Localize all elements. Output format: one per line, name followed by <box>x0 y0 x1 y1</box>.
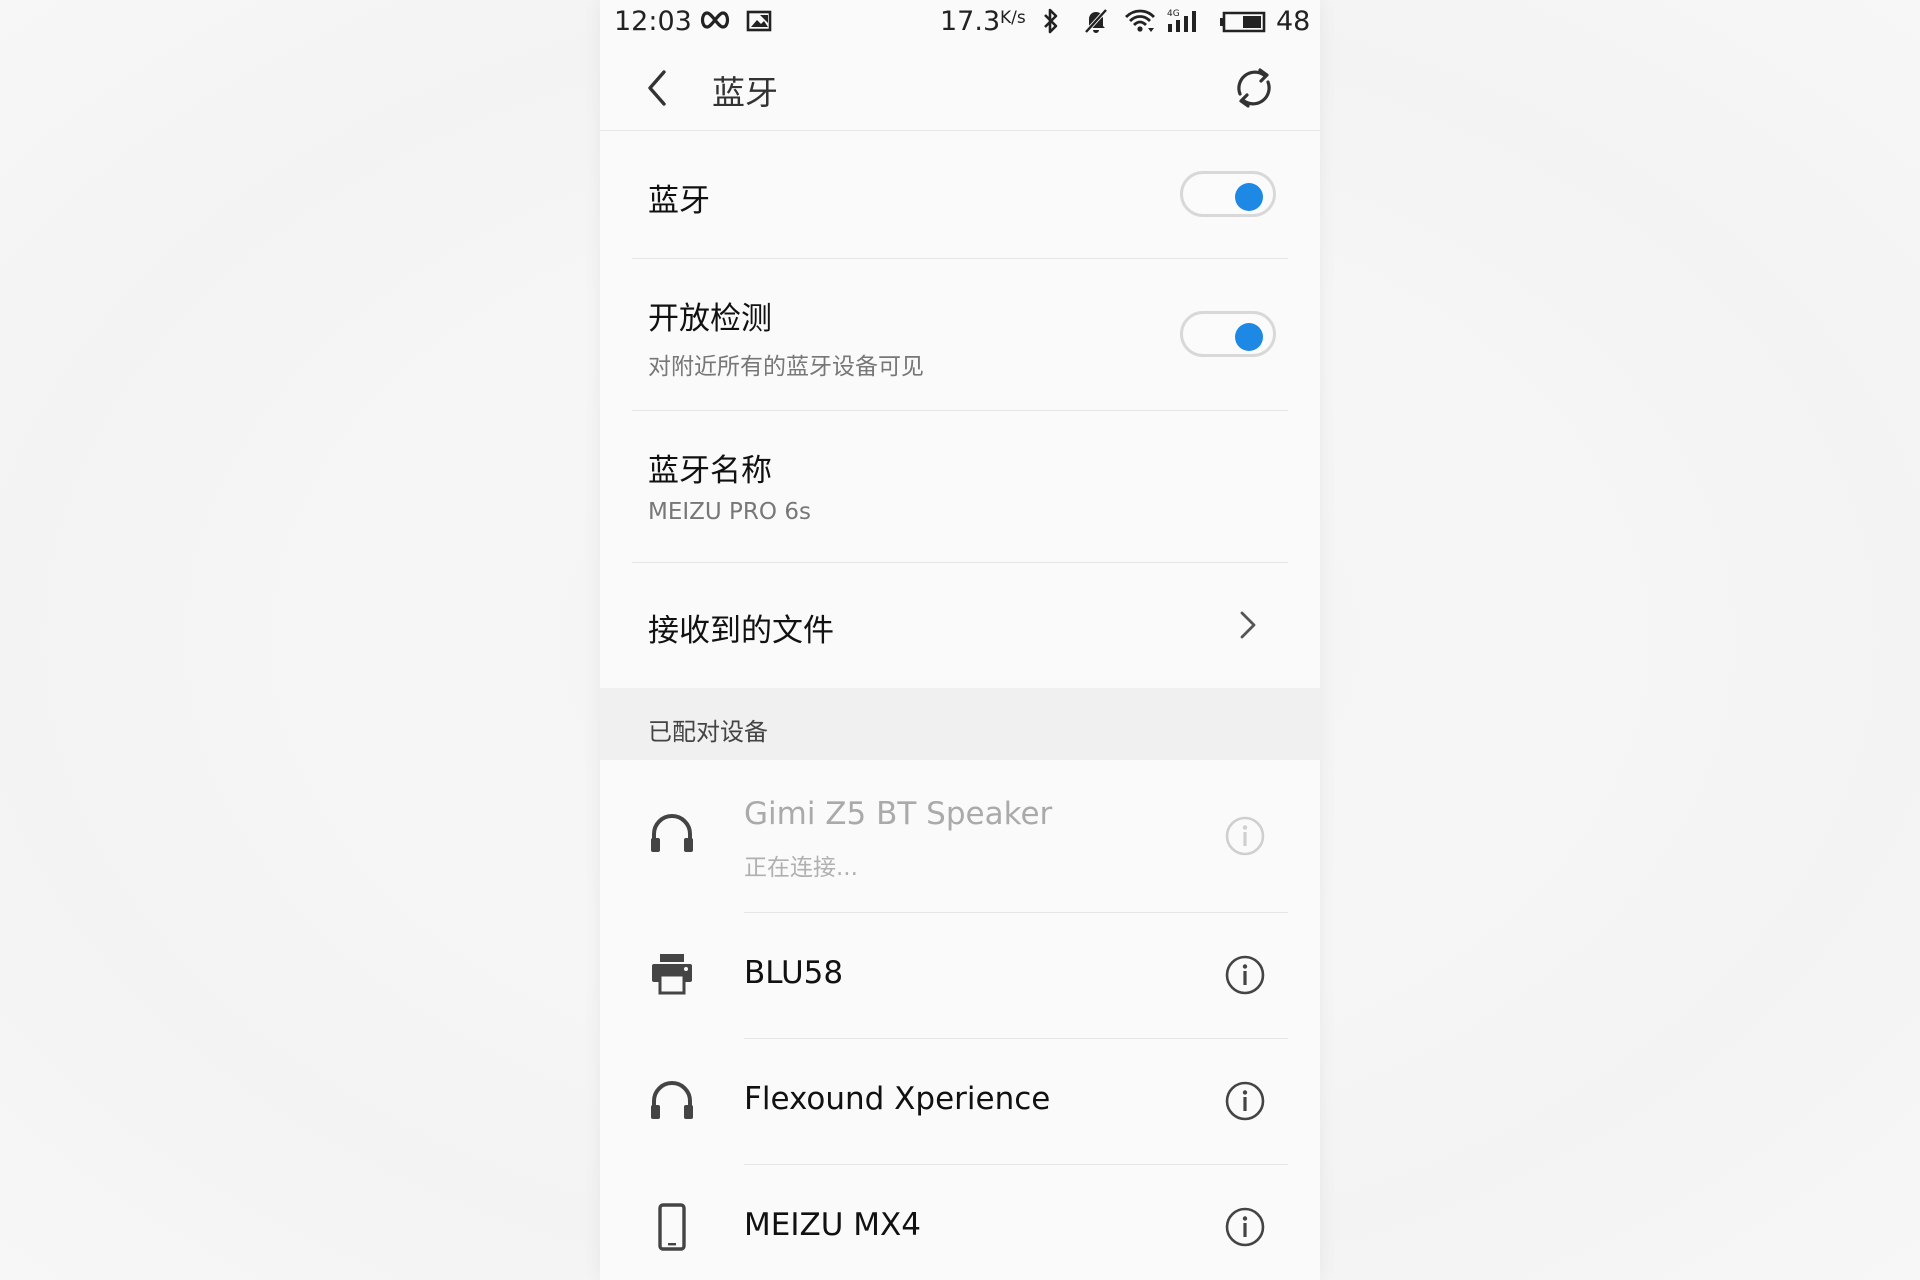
device-status: 正在连接... <box>744 855 858 881</box>
bluetooth-toggle[interactable] <box>1180 171 1276 217</box>
info-icon <box>1225 1207 1265 1247</box>
device-info-button[interactable] <box>1224 1206 1266 1248</box>
device-name: BLU58 <box>744 955 844 991</box>
info-icon <box>1225 816 1265 856</box>
image-icon <box>746 9 772 37</box>
phone-icon <box>648 1203 696 1251</box>
network-speed-unit: K/s <box>1000 8 1026 28</box>
device-name-title: 蓝牙名称 <box>648 453 772 489</box>
paired-device-item[interactable]: BLU58 <box>600 913 1320 1038</box>
chevron-right-icon <box>1236 607 1260 643</box>
back-button[interactable] <box>638 66 678 110</box>
infinity-icon <box>698 10 732 34</box>
received-files-title: 接收到的文件 <box>648 613 834 649</box>
paired-devices-title: 已配对设备 <box>648 718 768 746</box>
device-name-row[interactable]: 蓝牙名称 MEIZU PRO 6s <box>600 411 1320 562</box>
status-bar: 12:03 17.3 K/s 4G 48 <box>600 0 1320 44</box>
paired-devices-header: 已配对设备 <box>600 688 1320 760</box>
device-name: MEIZU MX4 <box>744 1207 921 1243</box>
signal-4g-icon: 4G <box>1166 7 1206 39</box>
device-info-button[interactable] <box>1224 815 1266 857</box>
discoverable-subtitle: 对附近所有的蓝牙设备可见 <box>648 354 924 380</box>
device-name-value: MEIZU PRO 6s <box>648 499 811 525</box>
discoverable-row[interactable]: 开放检测 对附近所有的蓝牙设备可见 <box>600 259 1320 410</box>
refresh-icon <box>1237 68 1271 108</box>
printer-icon <box>648 951 696 999</box>
network-speed: 17.3 <box>940 6 1001 37</box>
phone-screen: 12:03 17.3 K/s 4G 48 蓝牙 蓝牙 开放检测 对附近所有的蓝牙… <box>600 0 1320 1280</box>
headphones-icon <box>648 1077 696 1125</box>
battery-icon <box>1220 10 1268 38</box>
bluetooth-row-title: 蓝牙 <box>648 183 710 219</box>
toggle-knob <box>1235 323 1263 351</box>
device-name: Flexound Xperience <box>744 1081 1051 1117</box>
info-icon <box>1225 955 1265 995</box>
mute-icon <box>1082 7 1110 39</box>
paired-device-item[interactable]: Flexound Xperience <box>600 1039 1320 1164</box>
refresh-button[interactable] <box>1230 64 1278 112</box>
headphones-icon <box>648 810 696 858</box>
received-files-row[interactable]: 接收到的文件 <box>600 563 1320 688</box>
discoverable-toggle[interactable] <box>1180 311 1276 357</box>
device-info-button[interactable] <box>1224 954 1266 996</box>
info-icon <box>1225 1081 1265 1121</box>
back-arrow-icon <box>648 70 666 106</box>
signal-4g-label: 4G <box>1167 9 1180 19</box>
app-header: 蓝牙 <box>600 44 1320 131</box>
bluetooth-row[interactable]: 蓝牙 <box>600 131 1320 258</box>
battery-level: 48 <box>1276 6 1311 37</box>
paired-device-item[interactable]: Gimi Z5 BT Speaker 正在连接... <box>600 760 1320 912</box>
toggle-knob <box>1235 183 1263 211</box>
paired-device-item[interactable]: MEIZU MX4 <box>600 1165 1320 1280</box>
discoverable-title: 开放检测 <box>648 301 772 337</box>
device-info-button[interactable] <box>1224 1080 1266 1122</box>
status-time: 12:03 <box>614 6 692 37</box>
bluetooth-icon <box>1040 8 1062 38</box>
page-title: 蓝牙 <box>712 73 778 112</box>
device-name: Gimi Z5 BT Speaker <box>744 796 1053 832</box>
wifi-icon <box>1124 8 1156 38</box>
